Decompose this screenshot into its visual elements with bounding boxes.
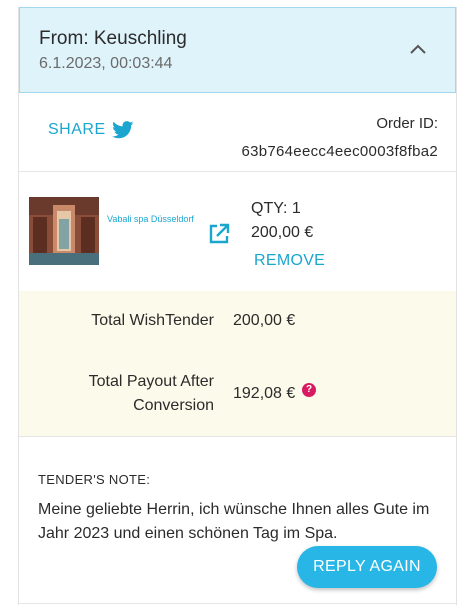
tender-note-text: Meine geliebte Herrin, ich wünsche Ihnen… bbox=[38, 501, 430, 542]
item-price: 200,00 € bbox=[251, 224, 314, 241]
timestamp: 6.1.2023, 00:03:44 bbox=[39, 55, 173, 72]
remove-button[interactable]: REMOVE bbox=[254, 252, 325, 270]
item-quantity: QTY: 1 bbox=[251, 200, 301, 217]
sender-name: From: Keuschling bbox=[39, 28, 187, 49]
tender-note-label: TENDER'S NOTE: bbox=[38, 472, 151, 487]
chevron-up-icon[interactable] bbox=[409, 43, 427, 55]
total-payout-row: Total Payout After Conversion 192,08 € ? bbox=[19, 352, 456, 437]
share-link[interactable]: SHARE bbox=[48, 121, 106, 139]
order-id-value: 63b764eecc4eec0003f8fba2 bbox=[241, 143, 438, 160]
total-payout-label-line1: Total Payout After bbox=[88, 373, 214, 390]
question-mark-icon[interactable]: ? bbox=[302, 383, 316, 397]
total-payout-value: 192,08 € bbox=[233, 385, 296, 402]
item-name-link[interactable]: Vabali spa Düsseldorf bbox=[107, 214, 194, 224]
tender-note: TENDER'S NOTE: Meine geliebte Herrin, ic… bbox=[19, 436, 456, 596]
total-wishtender-value: 200,00 € bbox=[233, 312, 296, 329]
divider bbox=[19, 603, 456, 604]
total-payout-label-line2: Conversion bbox=[133, 397, 214, 414]
order-id-label: Order ID: bbox=[376, 115, 438, 132]
total-wishtender-row: Total WishTender 200,00 € bbox=[19, 291, 456, 353]
gift-card: From: Keuschling 6.1.2023, 00:03:44 SHAR… bbox=[18, 7, 457, 605]
reply-again-button[interactable]: REPLY AGAIN bbox=[297, 546, 437, 588]
twitter-icon[interactable] bbox=[112, 121, 134, 139]
total-payout-label: Total Payout After Conversion bbox=[89, 370, 214, 418]
card-header[interactable]: From: Keuschling 6.1.2023, 00:03:44 bbox=[19, 7, 456, 93]
external-link-icon[interactable] bbox=[208, 223, 230, 245]
total-wishtender-label: Total WishTender bbox=[91, 312, 214, 329]
share-row: SHARE Order ID: 63b764eecc4eec0003f8fba2 bbox=[19, 93, 456, 172]
item-row: Vabali spa Düsseldorf QTY: 1 200,00 € RE… bbox=[19, 171, 456, 292]
item-thumbnail[interactable] bbox=[29, 197, 99, 265]
